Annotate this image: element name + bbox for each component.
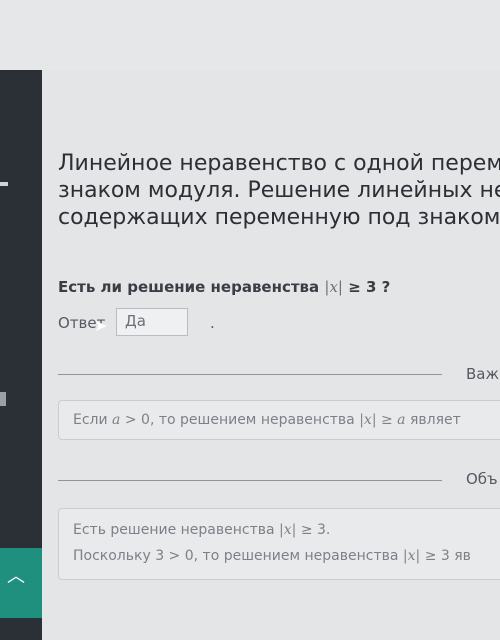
lesson-title: Линейное неравенство с одной перем знако… xyxy=(58,150,500,231)
explanation-text: Есть решение неравенства xyxy=(73,522,280,538)
explanation-text: ≥ 3 яв xyxy=(420,548,471,564)
question-text: Есть ли решение неравенства |x| ≥ 3 ? xyxy=(58,278,390,296)
explanation-line: Есть решение неравенства |x| ≥ 3. xyxy=(73,517,500,543)
sidebar-menu-marker[interactable] xyxy=(0,182,8,186)
important-hint-box: Если a > 0, то решением неравенства |x| … xyxy=(58,400,500,440)
section-divider xyxy=(58,480,442,481)
answer-input[interactable]: Да xyxy=(116,308,188,336)
explanation-expression: |x| xyxy=(279,522,297,538)
sidebar-progress-marker xyxy=(0,392,6,406)
hint-text: > 0, то решением неравенства xyxy=(120,412,360,428)
chevron-up-icon: ︿ xyxy=(7,566,25,587)
section-explanation-toggle[interactable]: Объ xyxy=(466,470,498,488)
lesson-title-line: содержащих переменную под знаком xyxy=(58,205,500,230)
answer-period: . xyxy=(210,314,215,332)
explanation-text: Поскольку 3 > 0, то решением неравенства xyxy=(73,548,403,564)
mouse-pointer-icon: ➤ xyxy=(94,316,108,335)
hint-text: Если xyxy=(73,412,113,428)
hint-expression: |x| ≥ a xyxy=(359,412,406,428)
explanation-box: Есть решение неравенства |x| ≥ 3. Поскол… xyxy=(58,508,500,580)
section-important-toggle[interactable]: Важ xyxy=(466,365,499,383)
hint-text: являет xyxy=(405,412,461,428)
sidebar-collapse-button[interactable]: ︿ xyxy=(0,548,42,618)
lesson-title-line: знаком модуля. Решение линейных не xyxy=(58,178,500,203)
explanation-line: Поскольку 3 > 0, то решением неравенства… xyxy=(73,543,500,569)
question-prefix: Есть ли решение неравенства xyxy=(58,278,325,296)
question-expression: |x| xyxy=(324,278,343,296)
lesson-content: Линейное неравенство с одной перем знако… xyxy=(42,70,500,640)
explanation-expression: |x| xyxy=(402,548,421,564)
top-band xyxy=(0,0,500,70)
question-suffix: ≥ 3 ? xyxy=(342,278,391,296)
section-divider xyxy=(58,374,442,375)
sidebar: ︿ xyxy=(0,70,42,640)
explanation-text: ≥ 3. xyxy=(296,522,331,538)
lesson-title-line: Линейное неравенство с одной перем xyxy=(58,151,500,176)
